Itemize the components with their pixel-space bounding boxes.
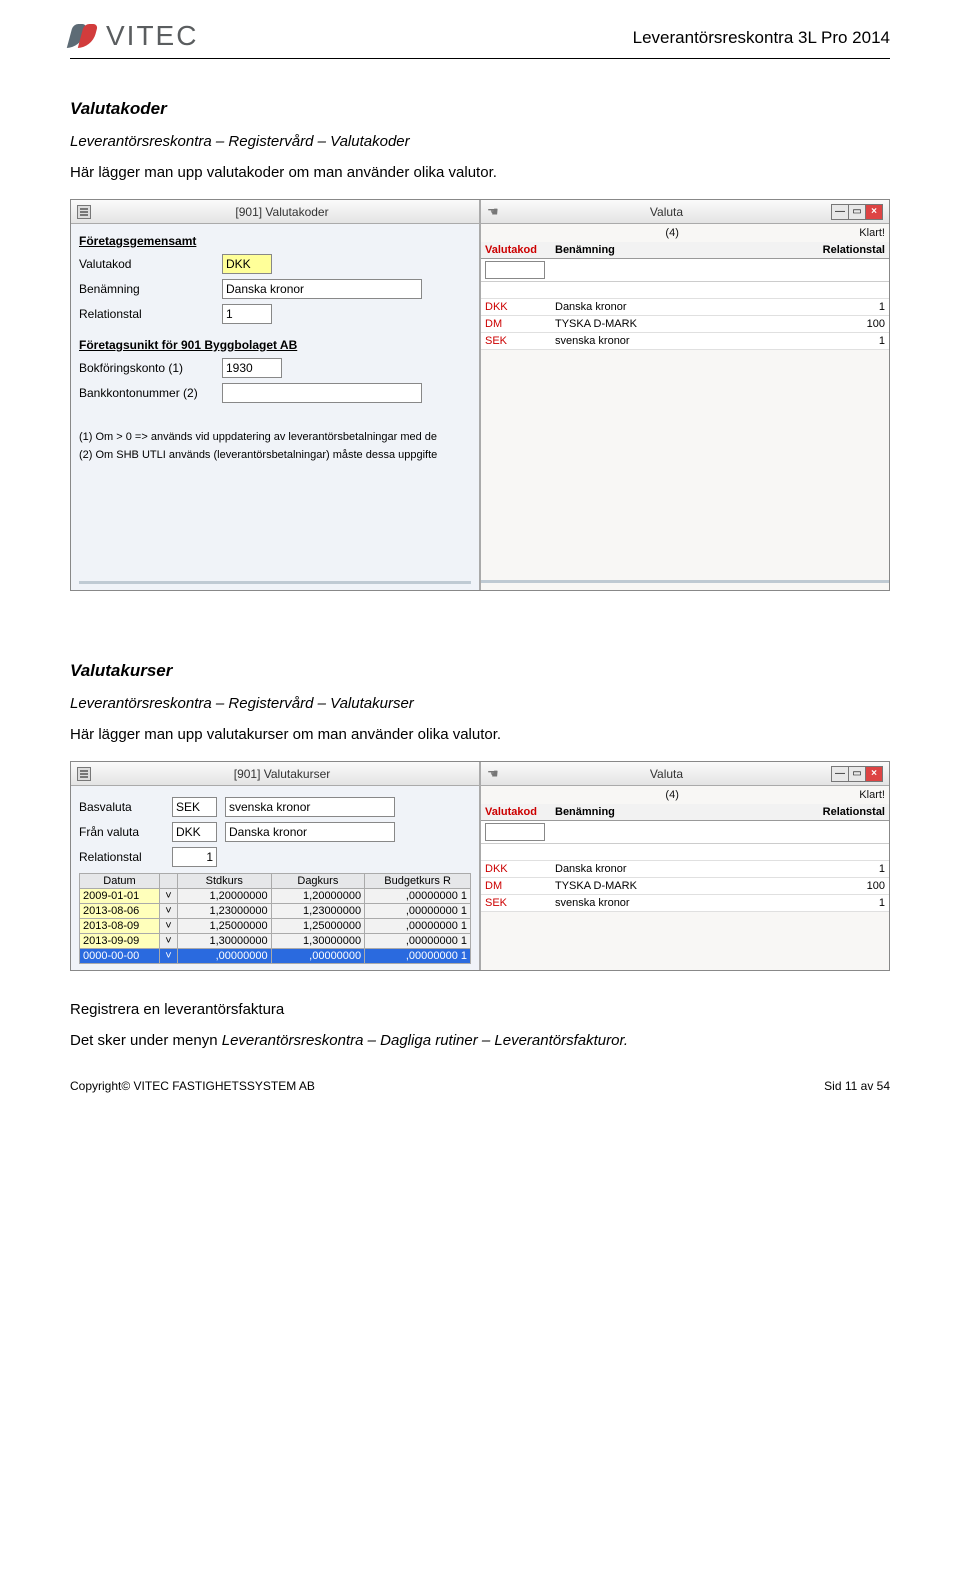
screenshot-valutakurser: [901] Valutakurser Basvaluta Från valuta…: [70, 761, 890, 971]
status-count: (4): [665, 227, 678, 239]
table-row[interactable]: 2013-09-09˅1,300000001,30000000,00000000…: [80, 934, 471, 949]
list-item[interactable]: DKKDanska kronor1: [481, 861, 889, 878]
list-item[interactable]: DKKDanska kronor1: [481, 299, 889, 316]
bankkontonummer-label: Bankkontonummer (2): [79, 386, 214, 400]
filter-input[interactable]: [485, 823, 545, 841]
note-text: (1) Om > 0 => används vid uppdatering av…: [79, 431, 471, 443]
window-title: [901] Valutakurser: [91, 767, 473, 781]
list-item[interactable]: DMTYSKA D-MARK100: [481, 878, 889, 895]
col-header-budgetkurs[interactable]: Budgetkurs R: [365, 874, 471, 889]
section-subtitle: Leverantörsreskontra – Registervård – Va…: [70, 133, 890, 150]
document-icon: [77, 767, 91, 781]
col-header-relationstal[interactable]: Relationstal: [805, 806, 885, 818]
status-text: Klart!: [859, 227, 885, 239]
col-header-relationstal[interactable]: Relationstal: [805, 244, 885, 256]
section-title-valutakoder: Valutakoder: [70, 99, 890, 119]
minimize-button[interactable]: —: [831, 204, 849, 220]
benamning-label: Benämning: [79, 282, 214, 296]
table-row[interactable]: 2009-01-01˅1,200000001,20000000,00000000…: [80, 889, 471, 904]
header-divider: [70, 58, 890, 59]
franvaluta-label: Från valuta: [79, 825, 164, 839]
bankkontonummer-input[interactable]: [222, 383, 422, 403]
window-title: Valuta: [501, 205, 832, 219]
status-text: Klart!: [859, 789, 885, 801]
maximize-button[interactable]: ▭: [848, 766, 866, 782]
relationstal-input[interactable]: [172, 847, 217, 867]
table-row[interactable]: 0000-00-00˅,00000000,00000000,00000000 1: [80, 949, 471, 964]
note-text: (2) Om SHB UTLI används (leverantörsbeta…: [79, 449, 471, 461]
list-item[interactable]: DMTYSKA D-MARK100: [481, 316, 889, 333]
list-item[interactable]: SEKsvenska kronor1: [481, 333, 889, 350]
franvaluta-code-input[interactable]: [172, 822, 217, 842]
hand-icon: ☚: [487, 205, 501, 219]
close-button[interactable]: ×: [865, 766, 883, 782]
col-header-valutakod[interactable]: Valutakod: [485, 244, 555, 256]
logo-text: VITEC: [106, 20, 198, 52]
basvaluta-name-input[interactable]: [225, 797, 395, 817]
table-row[interactable]: 2013-08-06˅1,230000001,23000000,00000000…: [80, 904, 471, 919]
dropdown-icon[interactable]: ˅: [160, 949, 178, 964]
col-header-benamning[interactable]: Benämning: [555, 806, 805, 818]
col-header-stdkurs[interactable]: Stdkurs: [178, 874, 272, 889]
bokforingskonto-label: Bokföringskonto (1): [79, 361, 214, 375]
bokforingskonto-input[interactable]: [222, 358, 282, 378]
body-text: Här lägger man upp valutakurser om man a…: [70, 726, 890, 743]
minimize-button[interactable]: —: [831, 766, 849, 782]
list-item[interactable]: SEKsvenska kronor1: [481, 895, 889, 912]
window-title: Valuta: [501, 767, 832, 781]
window-title: [901] Valutakoder: [91, 205, 473, 219]
valutakod-input[interactable]: [222, 254, 272, 274]
copyright: Copyright© VITEC FASTIGHETSSYSTEM AB: [70, 1079, 315, 1093]
body-text: Det sker under menyn Leverantörsreskontr…: [70, 1032, 890, 1049]
page-number: Sid 11 av 54: [824, 1079, 890, 1093]
col-header-valutakod[interactable]: Valutakod: [485, 806, 555, 818]
valutakod-label: Valutakod: [79, 257, 214, 271]
relationstal-label: Relationstal: [79, 850, 164, 864]
document-icon: [77, 205, 91, 219]
screenshot-valutakoder: [901] Valutakoder Företagsgemensamt Valu…: [70, 199, 890, 591]
dropdown-icon[interactable]: ˅: [160, 889, 178, 904]
group-heading: Företagsgemensamt: [79, 234, 471, 248]
col-header-benamning[interactable]: Benämning: [555, 244, 805, 256]
basvaluta-label: Basvaluta: [79, 800, 164, 814]
body-text: Här lägger man upp valutakoder om man an…: [70, 164, 890, 181]
section-title-valutakurser: Valutakurser: [70, 661, 890, 681]
benamning-input[interactable]: [222, 279, 422, 299]
table-row[interactable]: 2013-08-09˅1,250000001,25000000,00000000…: [80, 919, 471, 934]
hand-icon: ☚: [487, 767, 501, 781]
section-subtitle: Leverantörsreskontra – Registervård – Va…: [70, 695, 890, 712]
basvaluta-code-input[interactable]: [172, 797, 217, 817]
dropdown-icon[interactable]: ˅: [160, 919, 178, 934]
rates-table: Datum Stdkurs Dagkurs Budgetkurs R 2009-…: [79, 873, 471, 964]
section-title-registrera: Registrera en leverantörsfaktura: [70, 1001, 890, 1018]
franvaluta-name-input[interactable]: [225, 822, 395, 842]
maximize-button[interactable]: ▭: [848, 204, 866, 220]
list-item[interactable]: *<ingen>0: [481, 844, 889, 861]
filter-input[interactable]: [485, 261, 545, 279]
dropdown-icon[interactable]: ˅: [160, 934, 178, 949]
dropdown-icon[interactable]: ˅: [160, 904, 178, 919]
close-button[interactable]: ×: [865, 204, 883, 220]
col-header-datum[interactable]: Datum: [80, 874, 160, 889]
relationstal-input[interactable]: [222, 304, 272, 324]
group-heading: Företagsunikt för 901 Byggbolaget AB: [79, 338, 471, 352]
status-count: (4): [665, 789, 678, 801]
list-item[interactable]: *<ingen>0: [481, 282, 889, 299]
vitec-logo-icon: [70, 24, 98, 48]
relationstal-label: Relationstal: [79, 307, 214, 321]
col-header-dagkurs[interactable]: Dagkurs: [271, 874, 365, 889]
